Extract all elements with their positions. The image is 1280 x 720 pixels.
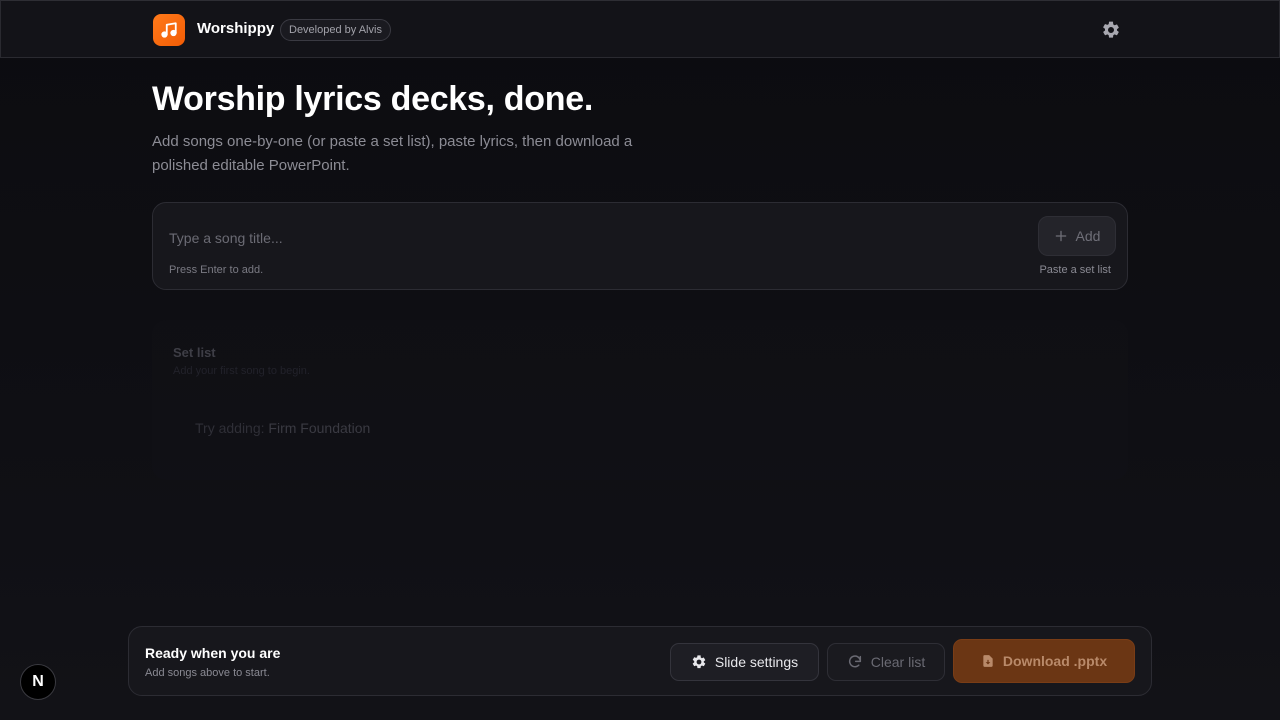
gear-icon (1103, 21, 1119, 38)
app-title[interactable]: Worshippy (197, 20, 274, 37)
set-list-subtitle: Add your first song to begin. (173, 365, 310, 377)
add-song-card: Press Enter to add. Add Paste a set list (152, 202, 1128, 290)
try-song-suggestion[interactable]: Firm Foundation (268, 420, 370, 436)
settings-button[interactable] (1099, 18, 1123, 42)
clear-list-button[interactable]: Clear list (827, 643, 945, 681)
download-label: Download .pptx (1002, 653, 1108, 669)
set-list-title: Set list (173, 345, 216, 360)
developer-badge: Developed by Alvis (280, 19, 391, 41)
app-logo[interactable] (153, 14, 185, 46)
download-pptx-button[interactable]: Download .pptx (953, 639, 1135, 683)
plus-icon (1055, 230, 1066, 242)
file-download-icon (983, 655, 993, 667)
status-subtitle: Add songs above to start. (145, 667, 270, 679)
refresh-icon (848, 655, 861, 668)
enter-hint: Press Enter to add. (169, 264, 264, 276)
gear-icon (692, 655, 706, 669)
slide-settings-label: Slide settings (714, 654, 799, 670)
try-prefix: Try adding: (195, 420, 265, 436)
page-title: Worship lyrics decks, done. (152, 80, 593, 118)
try-adding-hint: Try adding: Firm Foundation (195, 420, 370, 436)
paste-set-list-link[interactable]: Paste a set list (1039, 264, 1111, 276)
top-navbar: Worshippy Developed by Alvis (0, 0, 1280, 58)
music-note-icon (161, 22, 177, 38)
nextjs-dev-badge[interactable]: N (20, 664, 56, 700)
set-list-panel: Set list Add your first song to begin. T… (152, 320, 1128, 480)
status-title: Ready when you are (145, 645, 281, 661)
song-title-input[interactable] (169, 225, 1009, 251)
clear-list-label: Clear list (870, 654, 926, 670)
add-button-label: Add (1075, 228, 1101, 244)
page-subtitle: Add songs one-by-one (or paste a set lis… (152, 133, 633, 174)
slide-settings-button[interactable]: Slide settings (670, 643, 819, 681)
bottom-action-bar: Ready when you are Add songs above to st… (128, 626, 1152, 696)
add-song-button[interactable]: Add (1038, 216, 1116, 256)
